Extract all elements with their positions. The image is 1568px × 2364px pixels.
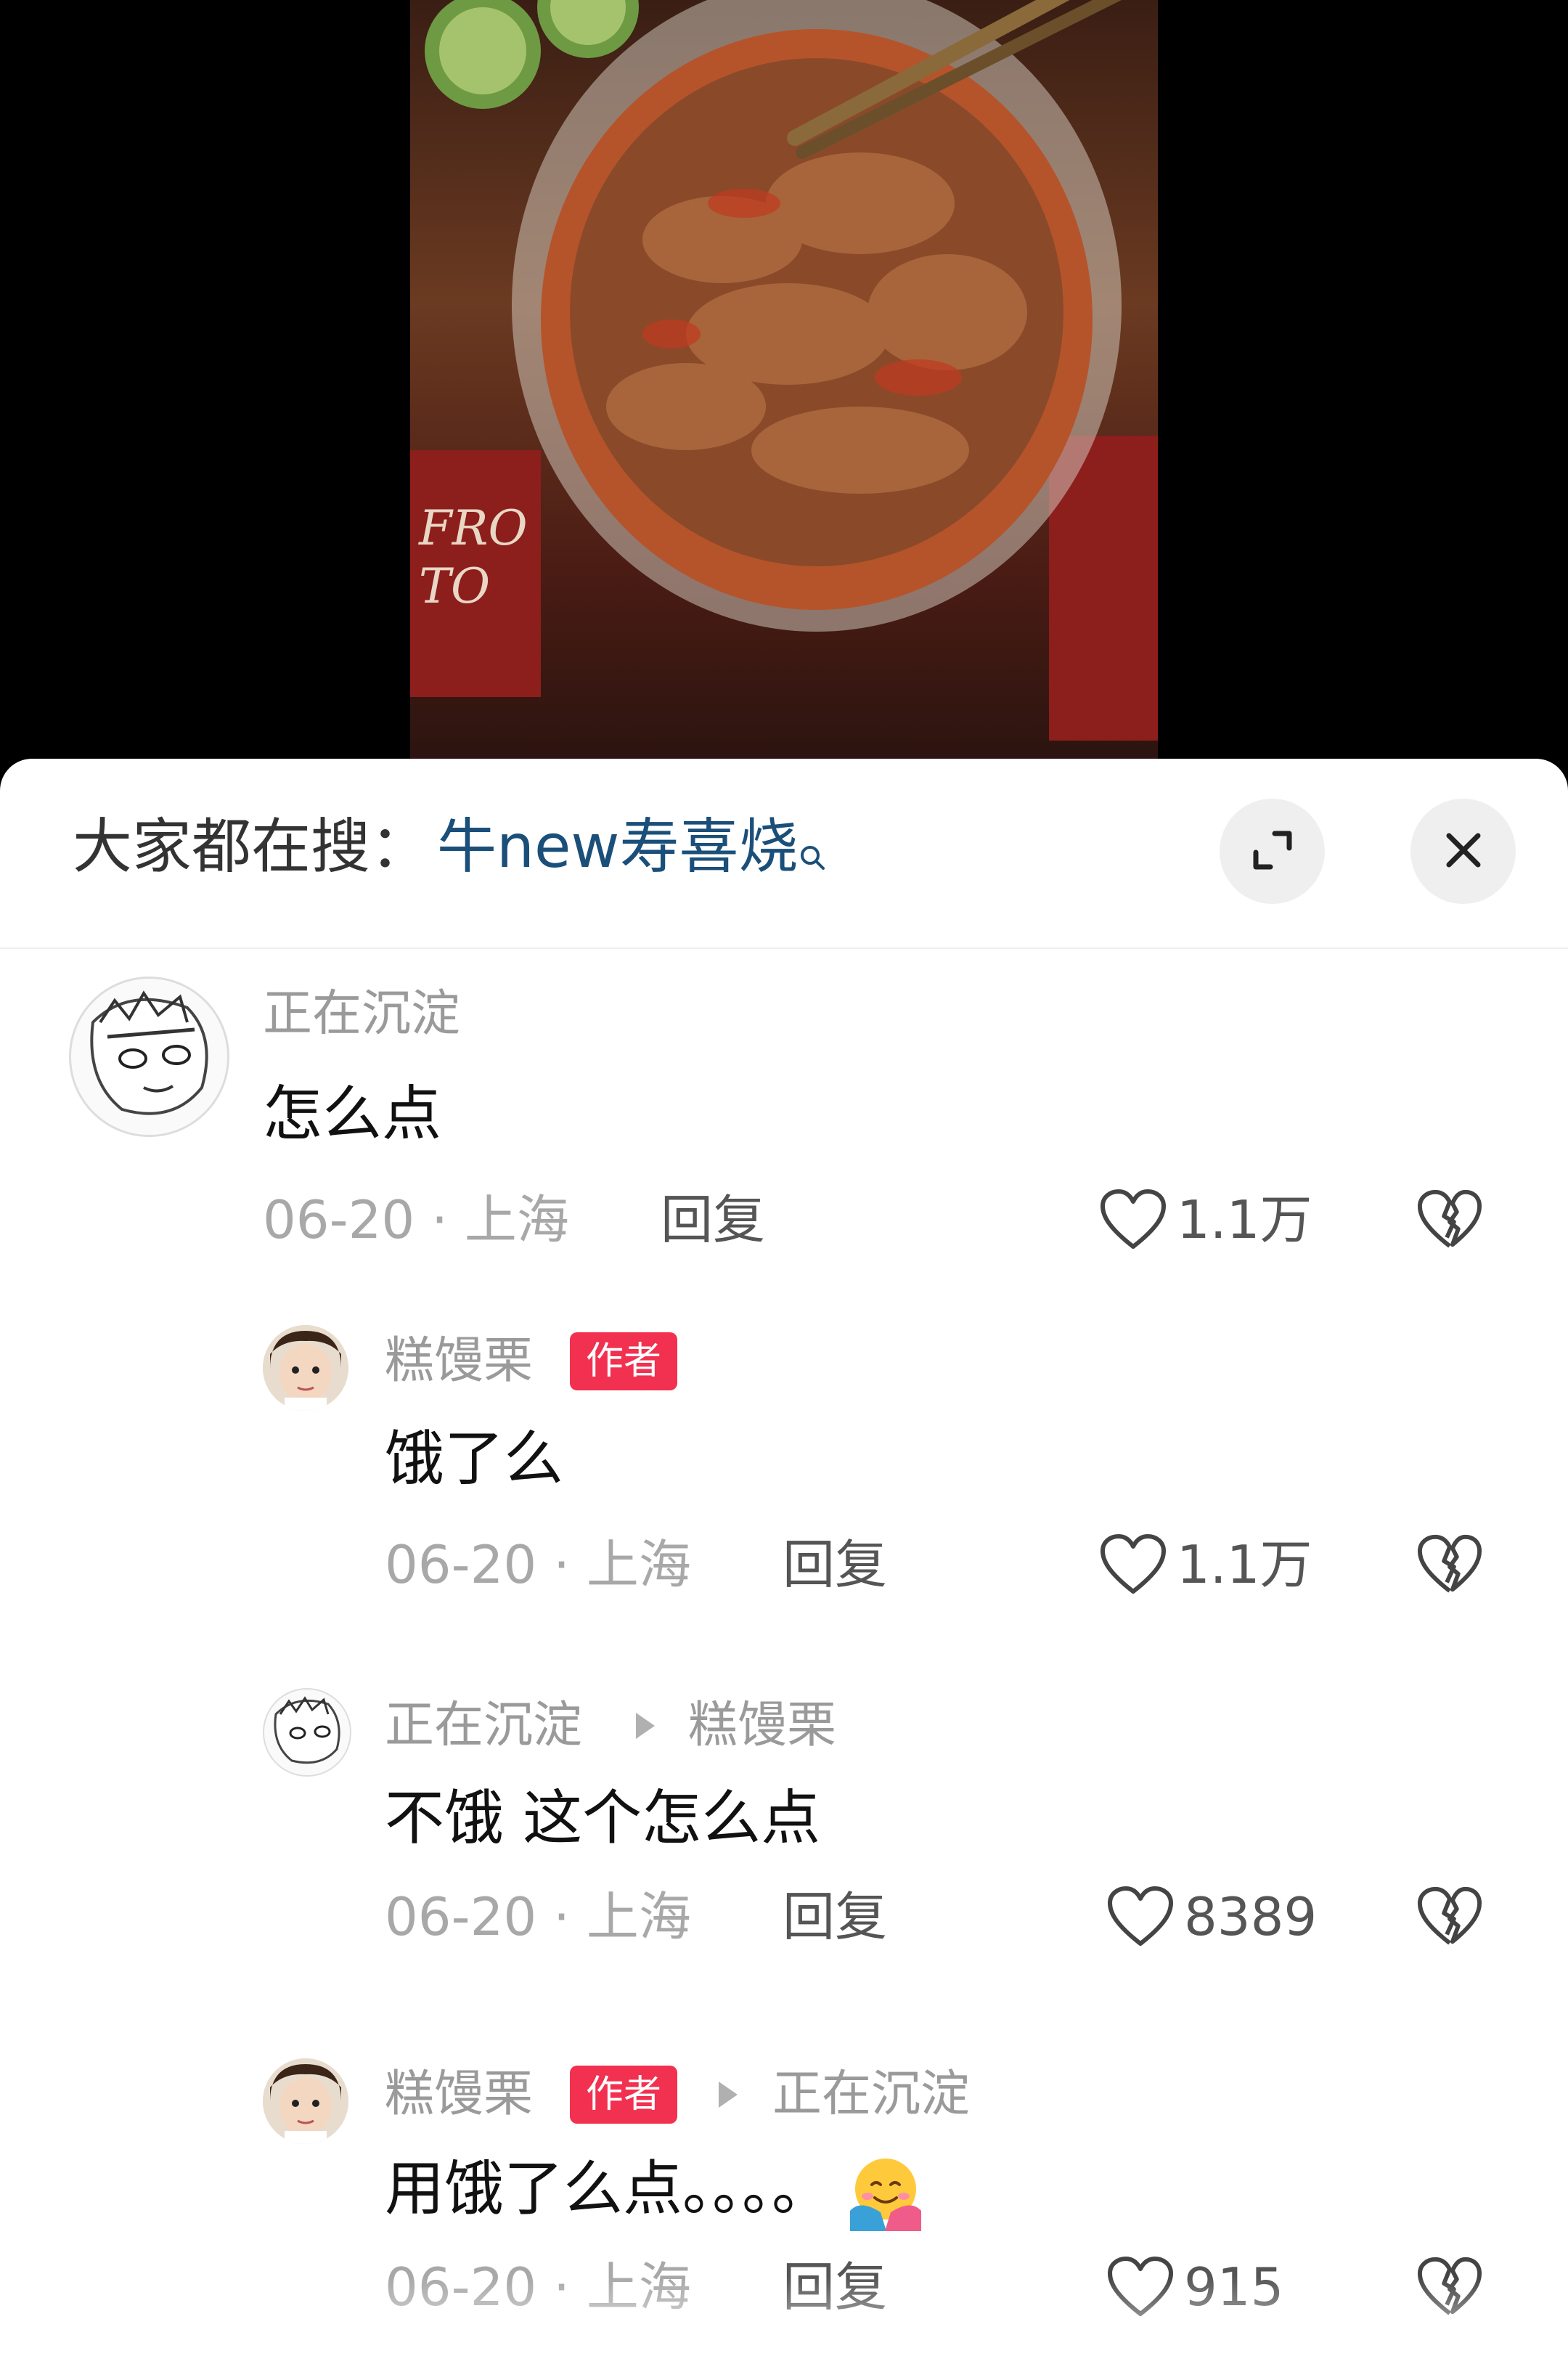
comment-meta: 06-20 · 上海 <box>385 1532 691 1597</box>
trending-search-term[interactable]: 牛new寿喜烧 <box>437 812 799 881</box>
avatar[interactable] <box>263 1325 348 1411</box>
avatar[interactable] <box>69 977 229 1137</box>
comment-username[interactable]: 正在沉淀 <box>263 984 460 1045</box>
reply-to-arrow-icon <box>636 1713 655 1739</box>
comment-item: 正在沉淀 怎么点 06-20 · 上海 回复 1.1万 <box>0 977 1568 1303</box>
avatar[interactable] <box>263 2058 348 2144</box>
broken-heart-icon[interactable] <box>1417 1884 1482 1949</box>
like-count: 1.1万 <box>1177 1189 1312 1250</box>
expand-button[interactable] <box>1220 799 1325 904</box>
like-count: 1.1万 <box>1177 1534 1312 1595</box>
comment-date: 06-20 <box>385 1534 537 1595</box>
broken-heart-icon[interactable] <box>1417 2254 1482 2320</box>
reply-item: 糕馒栗 作者 饿了么 06-20 · 上海 回复 1.1万 <box>0 1325 1568 1652</box>
heart-icon <box>1101 1189 1166 1249</box>
comment-location: 上海 <box>586 1886 691 1947</box>
video-thumbnail: FRO TO <box>410 0 1158 759</box>
comment-text: 不饿 这个怎么点 <box>385 1784 821 1853</box>
meta-separator: · <box>553 2257 570 2318</box>
like-button[interactable]: 1.1万 <box>1100 1532 1312 1597</box>
reply-button[interactable]: 回复 <box>783 1532 887 1597</box>
comment-sheet-header: 大家都在搜： 牛new寿喜烧 <box>0 759 1568 949</box>
reply-item: 正在沉淀 糕馒栗 不饿 这个怎么点 06-20 · 上海 回复 8389 <box>0 1688 1568 1993</box>
comment-username[interactable]: 正在沉淀 <box>385 1695 582 1756</box>
expand-icon <box>1247 825 1298 879</box>
author-badge: 作者 <box>570 2066 678 2124</box>
comment-location: 上海 <box>586 2257 691 2318</box>
reply-button[interactable]: 回复 <box>783 2254 887 2320</box>
avatar[interactable] <box>263 1688 351 1777</box>
like-button[interactable]: 1.1万 <box>1100 1187 1312 1252</box>
like-count: 8389 <box>1184 1886 1318 1947</box>
comment-text-content: 用饿了么点。。。。 <box>385 2154 832 2224</box>
heart-icon <box>1108 2257 1173 2316</box>
heart-icon <box>1101 1534 1166 1594</box>
heart-icon <box>1108 1886 1173 1946</box>
author-badge: 作者 <box>570 1332 678 1390</box>
meta-separator: · <box>431 1189 448 1250</box>
comment-username[interactable]: 糕馒栗 <box>385 2064 533 2125</box>
like-button[interactable]: 8389 <box>1107 1884 1317 1949</box>
video-player[interactable]: FRO TO <box>0 0 1568 762</box>
meta-separator: · <box>553 1534 570 1595</box>
like-button[interactable]: 915 <box>1107 2254 1283 2320</box>
reply-item: 糕馒栗 作者 正在沉淀 用饿了么点。。。。 06-20 · 上海 回复 915 <box>0 2058 1568 2363</box>
comment-username[interactable]: 糕馒栗 <box>385 1331 533 1392</box>
search-icon <box>799 817 828 870</box>
comment-date: 06-20 <box>385 2257 537 2318</box>
comment-text: 饿了么 <box>385 1424 564 1493</box>
trending-search-label: 大家都在搜： <box>73 812 430 881</box>
comment-date: 06-20 <box>385 1886 537 1947</box>
reply-button[interactable]: 回复 <box>783 1884 887 1949</box>
trending-search[interactable]: 大家都在搜： 牛new寿喜烧 <box>73 811 828 884</box>
reply-to-username[interactable]: 糕馒栗 <box>688 1695 836 1756</box>
broken-heart-icon[interactable] <box>1417 1187 1482 1252</box>
meta-separator: · <box>553 1886 570 1947</box>
hugging-face-icon <box>846 2153 926 2233</box>
close-icon <box>1442 828 1485 875</box>
comment-meta: 06-20 · 上海 <box>385 2254 691 2320</box>
comment-sheet: 大家都在搜： 牛new寿喜烧 正在沉淀 怎么点 06-20 · 上海 回复 1.… <box>0 759 1568 2364</box>
comment-text: 用饿了么点。。。。 <box>385 2153 926 2233</box>
comment-meta: 06-20 · 上海 <box>385 1884 691 1949</box>
like-count: 915 <box>1184 2257 1284 2318</box>
comment-location: 上海 <box>586 1534 691 1595</box>
reply-to-arrow-icon <box>719 2082 738 2108</box>
svg-text:FRO: FRO <box>418 500 528 556</box>
reply-button[interactable]: 回复 <box>661 1187 765 1252</box>
comment-meta: 06-20 · 上海 <box>263 1187 569 1252</box>
broken-heart-icon[interactable] <box>1417 1532 1482 1597</box>
svg-text:TO: TO <box>419 558 490 614</box>
reply-to-username[interactable]: 正在沉淀 <box>772 2064 970 2125</box>
close-button[interactable] <box>1410 799 1516 904</box>
comment-text: 怎么点 <box>263 1080 442 1149</box>
comment-location: 上海 <box>464 1189 569 1250</box>
comment-date: 06-20 <box>263 1189 415 1250</box>
